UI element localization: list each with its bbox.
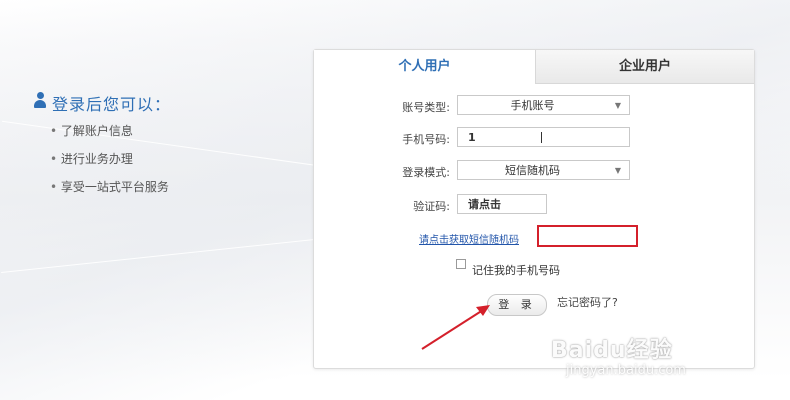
tab-enterprise-user[interactable]: 企业用户	[535, 50, 754, 84]
chevron-down-icon: ▼	[614, 101, 621, 110]
remember-phone-label: 记住我的手机号码	[472, 264, 560, 277]
info-item: 享受一站式平台服务	[50, 180, 169, 208]
text-cursor	[541, 132, 542, 143]
baidu-watermark-logo: Baidu经验	[551, 338, 673, 363]
phone-label: 手机号码:	[402, 133, 450, 146]
remember-phone-checkbox[interactable]	[456, 259, 466, 269]
account-type-label: 账号类型:	[402, 101, 450, 114]
info-item: 进行业务办理	[50, 152, 169, 180]
baidu-watermark-url: jingyan.baidu.com	[566, 363, 686, 378]
phone-input[interactable]: 1	[457, 127, 630, 147]
info-title: 登录后您可以：	[52, 95, 172, 114]
account-type-value: 手机账号	[510, 99, 555, 112]
login-mode-select[interactable]: 短信随机码 ▼	[457, 160, 630, 180]
login-mode-value: 短信随机码	[505, 164, 560, 177]
forgot-password-link[interactable]: 忘记密码了?	[557, 294, 618, 310]
login-button[interactable]: 登 录	[487, 294, 547, 316]
captcha-input[interactable]: 请点击	[457, 194, 547, 214]
chevron-down-icon: ▼	[614, 166, 621, 175]
get-sms-code-link[interactable]: 请点击获取短信随机码	[419, 231, 519, 246]
account-type-select[interactable]: 手机账号 ▼	[457, 95, 630, 115]
info-list: 了解账户信息 进行业务办理 享受一站式平台服务	[50, 124, 169, 208]
phone-value: 1	[468, 131, 476, 144]
tab-personal-user[interactable]: 个人用户	[314, 50, 535, 84]
user-icon	[34, 92, 46, 108]
captcha-label: 验证码:	[413, 200, 450, 213]
login-mode-label: 登录模式:	[402, 166, 450, 179]
captcha-value: 请点击	[468, 198, 501, 211]
info-item: 了解账户信息	[50, 124, 169, 152]
sms-code-input[interactable]	[537, 225, 638, 247]
